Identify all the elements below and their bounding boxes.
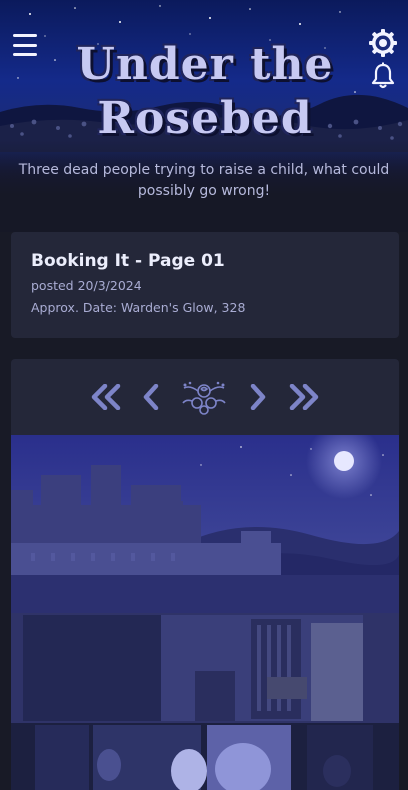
first-page-button[interactable]: [89, 379, 123, 415]
comic-artwork: [11, 435, 399, 790]
site-banner: Under the Rosebed Three dead people tryi…: [0, 0, 408, 232]
post-date: posted 20/3/2024: [31, 278, 142, 293]
rose-emblem-icon: [182, 381, 226, 415]
gear-icon[interactable]: [368, 28, 398, 58]
archive-home-button[interactable]: [181, 379, 227, 415]
site-title[interactable]: Under the Rosebed: [60, 38, 350, 146]
chevron-left-icon: [143, 384, 159, 410]
post-info-card: Booking It - Page 01 posted 20/3/2024 Ap…: [11, 232, 399, 338]
site-title-line2: Rosebed: [97, 93, 313, 144]
post-title: Booking It - Page 01: [31, 251, 225, 271]
double-chevron-right-icon: [289, 384, 319, 410]
site-title-line1: Under the: [76, 39, 334, 90]
double-chevron-left-icon: [91, 384, 121, 410]
bell-icon[interactable]: [370, 62, 396, 90]
comic-viewer: [11, 359, 399, 790]
next-page-button[interactable]: [248, 379, 268, 415]
last-page-button[interactable]: [287, 379, 321, 415]
previous-page-button[interactable]: [141, 379, 161, 415]
site-tagline: Three dead people trying to raise a chil…: [18, 162, 390, 199]
hamburger-menu-icon[interactable]: [13, 34, 37, 56]
comic-page-image[interactable]: [11, 435, 399, 790]
comic-navigation: [11, 359, 399, 435]
post-approx-date: Approx. Date: Warden's Glow, 328: [31, 300, 246, 315]
chevron-right-icon: [250, 384, 266, 410]
